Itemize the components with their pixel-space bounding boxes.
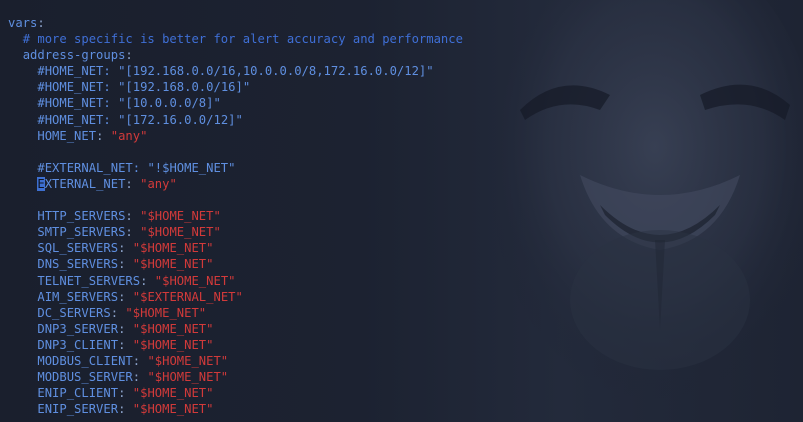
yaml-separator: : [132,353,148,368]
code-line[interactable]: #HOME_NET: "[192.168.0.0/16]" [8,79,803,95]
yaml-value: "$HOME_NET" [132,402,214,417]
yaml-key: #EXTERNAL_NET [37,160,133,175]
code-line[interactable]: vars: [8,15,803,31]
yaml-value: "$HOME_NET" [147,370,229,385]
yaml-separator: : [118,337,133,352]
code-line[interactable]: EXTERNAL_NET: "any" [8,176,803,192]
yaml-value: "$HOME_NET" [154,273,236,288]
terminal-window[interactable]: vars: # more specific is better for aler… [0,0,803,422]
yaml-value: "$HOME_NET" [132,337,214,352]
yaml-separator: : [103,96,119,111]
yaml-value: "$HOME_NET" [147,353,229,368]
yaml-key: EXTERNAL_NET [37,176,126,191]
yaml-separator: : [118,241,133,256]
yaml-key: #HOME_NET [37,64,104,79]
yaml-separator: : [96,128,111,143]
yaml-key: TELNET_SERVERS [37,273,141,288]
yaml-key: ENIP_CLIENT [37,386,119,401]
code-line[interactable]: ENIP_SERVER: "$HOME_NET" [8,401,803,417]
yaml-value: "$HOME_NET" [140,209,221,224]
code-line[interactable]: # more specific is better for alert accu… [8,31,803,47]
yaml-value: "$HOME_NET" [132,241,214,256]
yaml-separator: : [132,370,148,385]
yaml-value: "[192.168.0.0/16]" [118,80,251,95]
yaml-key: HTTP_SERVERS [37,209,126,224]
yaml-key: HOME_NET [37,128,97,143]
yaml-separator: : [132,160,148,175]
code-line[interactable]: #HOME_NET: "[192.168.0.0/16,10.0.0.0/8,1… [8,63,803,79]
code-line[interactable] [8,192,803,208]
yaml-key: DNP3_SERVER [37,321,119,336]
yaml-value: "!$HOME_NET" [147,160,236,175]
yaml-separator: : [110,305,126,320]
code-line[interactable]: DNP3_CLIENT: "$HOME_NET" [8,337,803,353]
yaml-separator: : [125,48,133,63]
yaml-separator: : [140,273,155,288]
code-line[interactable]: address-groups: [8,47,803,63]
code-editor[interactable]: vars: # more specific is better for aler… [0,0,803,417]
yaml-value: "$EXTERNAL_NET" [132,289,243,304]
yaml-value: "$HOME_NET" [125,305,207,320]
yaml-separator: : [37,16,45,30]
yaml-key: address-groups [22,48,126,63]
code-line[interactable]: ENIP_CLIENT: "$HOME_NET" [8,385,803,401]
code-line[interactable]: DNP3_SERVER: "$HOME_NET" [8,321,803,337]
code-line[interactable]: #HOME_NET: "[10.0.0.0/8]" [8,95,803,111]
yaml-separator: : [118,386,133,401]
yaml-separator: : [103,112,119,127]
code-line[interactable]: AIM_SERVERS: "$EXTERNAL_NET" [8,289,803,305]
yaml-value: "$HOME_NET" [140,225,221,240]
yaml-key: AIM_SERVERS [37,289,119,304]
yaml-key: vars [8,16,38,30]
yaml-key: ENIP_SERVER [37,402,119,417]
code-line[interactable]: HTTP_SERVERS: "$HOME_NET" [8,208,803,224]
code-line[interactable]: DNS_SERVERS: "$HOME_NET" [8,256,803,272]
code-line[interactable]: TELNET_SERVERS: "$HOME_NET" [8,273,803,289]
code-line[interactable]: MODBUS_SERVER: "$HOME_NET" [8,369,803,385]
yaml-separator: : [103,64,119,79]
yaml-separator: : [125,225,141,240]
yaml-key: DNS_SERVERS [37,257,119,272]
yaml-separator: : [125,209,141,224]
yaml-key: MODBUS_SERVER [37,370,133,385]
code-line[interactable]: MODBUS_CLIENT: "$HOME_NET" [8,353,803,369]
code-line[interactable]: #EXTERNAL_NET: "!$HOME_NET" [8,160,803,176]
yaml-key: #HOME_NET [37,96,104,111]
code-line[interactable]: HOME_NET: "any" [8,128,803,144]
text-cursor: E [37,176,45,191]
yaml-value: "any" [140,176,177,191]
yaml-key: DC_SERVERS [37,305,111,320]
yaml-value: "[192.168.0.0/16,10.0.0.0/8,172.16.0.0/1… [118,64,434,79]
yaml-key: SQL_SERVERS [37,241,119,256]
yaml-separator: : [118,289,133,304]
yaml-key: #HOME_NET [37,112,104,127]
yaml-separator: : [118,402,133,417]
yaml-value: "[172.16.0.0/12]" [118,112,243,127]
code-line[interactable]: DC_SERVERS: "$HOME_NET" [8,305,803,321]
code-line[interactable]: SQL_SERVERS: "$HOME_NET" [8,240,803,256]
yaml-key: SMTP_SERVERS [37,225,126,240]
code-line[interactable]: #HOME_NET: "[172.16.0.0/12]" [8,112,803,128]
yaml-key: MODBUS_CLIENT [37,353,133,368]
yaml-value: "any" [110,128,148,143]
yaml-separator: : [103,80,119,95]
yaml-separator: : [118,321,133,336]
code-line[interactable]: SMTP_SERVERS: "$HOME_NET" [8,224,803,240]
yaml-value: "$HOME_NET" [132,386,214,401]
yaml-key: DNP3_CLIENT [37,337,119,352]
yaml-key: #HOME_NET [37,80,104,95]
yaml-separator: : [125,176,141,191]
yaml-value: "[10.0.0.0/8]" [118,96,221,111]
yaml-value: "$HOME_NET" [132,321,214,336]
code-line[interactable] [8,144,803,160]
code-comment: # more specific is better for alert accu… [22,32,463,47]
yaml-value: "$HOME_NET" [132,257,214,272]
yaml-separator: : [118,257,133,272]
